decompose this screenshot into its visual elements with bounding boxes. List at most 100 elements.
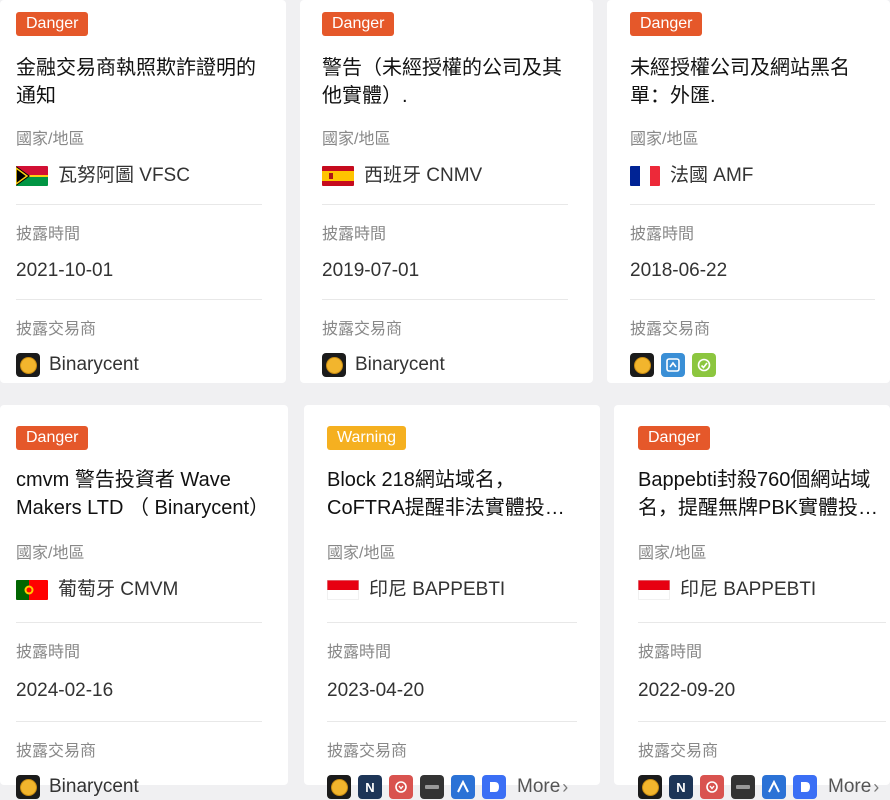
broker-logo-icon[interactable]	[389, 775, 413, 799]
broker-logo-icon[interactable]	[700, 775, 724, 799]
broker-logo-icon[interactable]	[793, 775, 817, 799]
card-title[interactable]: 金融交易商執照欺詐證明的通知	[16, 54, 270, 110]
date-value: 2021-10-01	[16, 260, 114, 281]
broker-name[interactable]: Binarycent	[355, 354, 445, 376]
region-text: 印尼 BAPPEBTI	[680, 579, 817, 600]
spain-flag-icon	[322, 166, 354, 186]
region-text: 瓦努阿圖 VFSC	[58, 165, 190, 186]
broker-label: 披露交易商	[322, 321, 403, 338]
disclosure-card[interactable]: Danger 警告（未經授權的公司及其他實體）. 國家/地區 西班牙 CNMV …	[300, 0, 593, 383]
time-label: 披露時間	[327, 644, 392, 661]
region-value: 瓦努阿圖 VFSC	[16, 164, 270, 188]
divider	[322, 299, 568, 300]
binarycent-logo-icon[interactable]	[327, 775, 351, 799]
date-value: 2022-09-20	[638, 680, 736, 701]
broker-list: Binarycent	[16, 352, 270, 378]
broker-logo-icon[interactable]: N	[358, 775, 382, 799]
time-label: 披露時間	[638, 644, 703, 661]
divider	[16, 622, 262, 623]
card-title[interactable]: cmvm 警告投資者 Wave Makers LTD （ Binarycent）	[16, 466, 272, 522]
broker-logo-icon[interactable]	[692, 353, 716, 377]
time-label: 披露時間	[322, 226, 387, 243]
binarycent-logo-icon[interactable]	[16, 775, 40, 799]
date-value: 2024-02-16	[16, 680, 114, 701]
danger-badge: Danger	[322, 12, 395, 36]
card-title[interactable]: 未經授權公司及網站黑名單：外匯.	[630, 54, 874, 110]
region-label: 國家/地區	[327, 545, 396, 562]
disclosure-card[interactable]: Danger 未經授權公司及網站黑名單：外匯. 國家/地區 法國 AMF 披露時…	[607, 0, 890, 383]
region-text: 印尼 BAPPEBTI	[369, 579, 506, 600]
card-title[interactable]: 警告（未經授權的公司及其他實體）.	[322, 54, 577, 110]
broker-list: Binarycent	[16, 774, 272, 800]
broker-list: Binarycent	[322, 352, 577, 378]
date-value: 2018-06-22	[630, 260, 728, 281]
vanuatu-flag-icon	[16, 166, 48, 186]
region-label: 國家/地區	[322, 131, 391, 148]
warning-badge: Warning	[327, 426, 406, 450]
disclosure-card[interactable]: Danger Bappebti封殺760個網站域名，提醒無牌PBK實體投資風險 …	[614, 405, 890, 799]
broker-logo-icon[interactable]	[731, 775, 755, 799]
broker-list	[630, 352, 874, 378]
broker-logo-icon[interactable]: N	[669, 775, 693, 799]
broker-name[interactable]: Binarycent	[49, 354, 139, 376]
date-value: 2023-04-20	[327, 680, 425, 701]
disclosure-card[interactable]: Danger cmvm 警告投資者 Wave Makers LTD （ Bina…	[0, 405, 288, 799]
disclosure-card[interactable]: Warning Block 218網站域名，CoFTRA提醒非法實體投資風險 國…	[304, 405, 600, 799]
broker-label: 披露交易商	[638, 743, 719, 760]
chevron-right-icon[interactable]: ›	[873, 777, 879, 798]
binarycent-logo-icon[interactable]	[638, 775, 662, 799]
card-title[interactable]: Bappebti封殺760個網站域名，提醒無牌PBK實體投資風險	[638, 466, 886, 522]
broker-name[interactable]: Binarycent	[49, 776, 139, 798]
divider	[630, 204, 875, 205]
binarycent-logo-icon[interactable]	[322, 353, 346, 377]
binarycent-logo-icon[interactable]	[630, 353, 654, 377]
time-label: 披露時間	[16, 644, 81, 661]
region-text: 葡萄牙 CMVM	[58, 579, 179, 600]
danger-badge: Danger	[16, 426, 89, 450]
indonesia-flag-icon	[327, 580, 359, 600]
region-label: 國家/地區	[16, 545, 85, 562]
disclosure-card[interactable]: Danger 金融交易商執照欺詐證明的通知 國家/地區 瓦努阿圖 VFSC 披露…	[0, 0, 286, 383]
broker-list: N More ›	[638, 774, 886, 800]
divider	[16, 299, 262, 300]
more-link[interactable]: More	[517, 776, 560, 798]
region-value: 印尼 BAPPEBTI	[638, 578, 886, 602]
divider	[638, 721, 886, 722]
region-value: 葡萄牙 CMVM	[16, 578, 272, 602]
indonesia-flag-icon	[638, 580, 670, 600]
more-link[interactable]: More	[828, 776, 871, 798]
portugal-flag-icon	[16, 580, 48, 600]
region-value: 法國 AMF	[630, 164, 874, 188]
divider	[16, 721, 262, 722]
broker-logo-icon[interactable]	[420, 775, 444, 799]
region-value: 印尼 BAPPEBTI	[327, 578, 584, 602]
card-title[interactable]: Block 218網站域名，CoFTRA提醒非法實體投資風險	[327, 466, 584, 522]
broker-logo-icon[interactable]	[451, 775, 475, 799]
danger-badge: Danger	[630, 12, 703, 36]
danger-badge: Danger	[638, 426, 711, 450]
broker-logo-icon[interactable]	[762, 775, 786, 799]
broker-logo-icon[interactable]	[482, 775, 506, 799]
divider	[327, 721, 577, 722]
region-label: 國家/地區	[630, 131, 699, 148]
chevron-right-icon[interactable]: ›	[562, 777, 568, 798]
divider	[16, 204, 262, 205]
broker-label: 披露交易商	[16, 743, 97, 760]
time-label: 披露時間	[16, 226, 81, 243]
broker-label: 披露交易商	[16, 321, 97, 338]
danger-badge: Danger	[16, 12, 89, 36]
divider	[327, 622, 577, 623]
region-text: 法國 AMF	[670, 165, 754, 186]
binarycent-logo-icon[interactable]	[16, 353, 40, 377]
broker-logo-icon[interactable]	[661, 353, 685, 377]
broker-label: 披露交易商	[327, 743, 408, 760]
region-text: 西班牙 CNMV	[364, 165, 483, 186]
france-flag-icon	[630, 166, 660, 186]
region-label: 國家/地區	[16, 131, 85, 148]
broker-label: 披露交易商	[630, 321, 711, 338]
time-label: 披露時間	[630, 226, 695, 243]
date-value: 2019-07-01	[322, 260, 420, 281]
divider	[630, 299, 875, 300]
divider	[322, 204, 568, 205]
divider	[638, 622, 886, 623]
